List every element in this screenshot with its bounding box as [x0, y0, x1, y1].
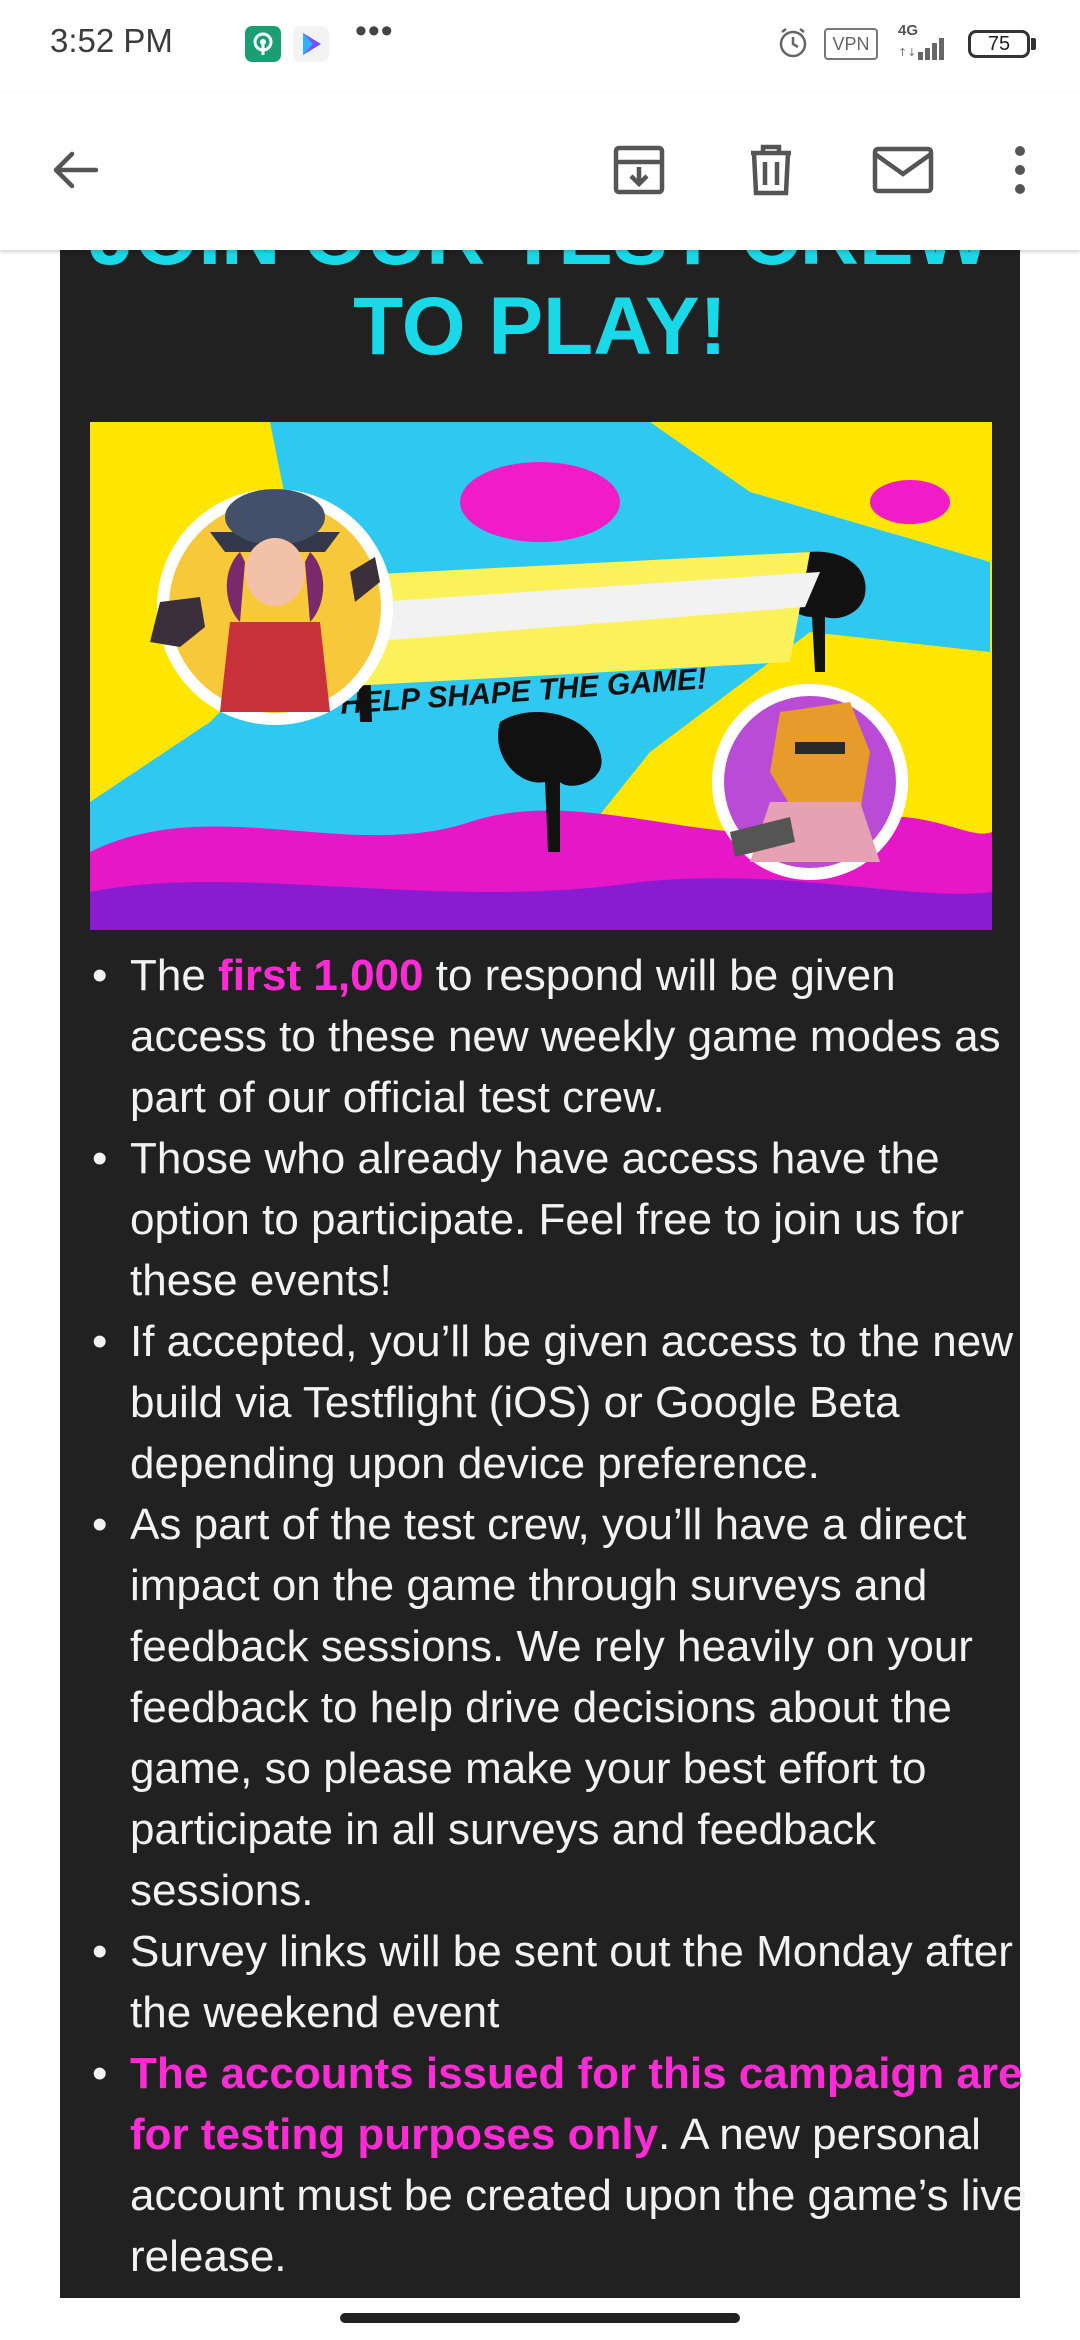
alarm-icon	[776, 26, 810, 65]
archive-icon	[613, 145, 665, 195]
play-store-icon	[293, 26, 329, 62]
archive-button[interactable]	[601, 132, 677, 208]
list-item: The first 1,000 to respond will be given…	[92, 945, 1030, 1128]
list-item: The accounts issued for this campaign ar…	[92, 2043, 1030, 2287]
battery-tip	[1031, 38, 1036, 50]
back-button[interactable]	[38, 132, 114, 208]
arrow-left-icon	[53, 151, 99, 189]
status-time: 3:52 PM	[50, 22, 173, 59]
gesture-nav-area	[0, 2298, 1080, 2340]
more-options-button[interactable]	[982, 132, 1058, 208]
more-notifications-icon: •••	[355, 12, 394, 50]
email-body[interactable]: JOIN OUR TEST CREW TO PLAY! HELP SHAPE T…	[0, 250, 1080, 2298]
trash-icon	[751, 144, 791, 196]
email-card: JOIN OUR TEST CREW TO PLAY! HELP SHAPE T…	[60, 250, 1027, 2298]
heading-line-2: TO PLAY!	[353, 281, 727, 372]
battery-indicator: 75	[968, 30, 1030, 58]
signal-icon: ↑↓	[898, 36, 952, 67]
heading-line-1: JOIN OUR TEST CREW	[60, 250, 1020, 282]
home-indicator[interactable]	[340, 2313, 740, 2323]
list-item: As part of the test crew, you’ll have a …	[92, 1494, 1030, 1921]
bullet-1-highlight: first 1,000	[218, 951, 424, 1000]
mail-icon	[872, 146, 934, 194]
bullet-list: The first 1,000 to respond will be given…	[90, 945, 1030, 2287]
battery-level: 75	[987, 33, 1011, 55]
bullet-1-pre: The	[130, 951, 219, 1000]
list-item: If accepted, you’ll be given access to t…	[92, 1311, 1030, 1494]
more-vert-icon	[1015, 146, 1025, 194]
svg-text:↑↓: ↑↓	[898, 46, 916, 59]
mark-unread-button[interactable]	[865, 132, 941, 208]
vpn-badge: VPN	[824, 28, 878, 60]
podcast-app-icon	[245, 26, 281, 62]
list-item: Those who already have access have the o…	[92, 1128, 1030, 1311]
status-bar: 3:52 PM ••• VPN 4G ↑↓ 75	[0, 0, 1080, 92]
email-toolbar	[0, 92, 1080, 250]
promo-banner-image: HELP SHAPE THE GAME!	[90, 422, 992, 930]
delete-button[interactable]	[733, 132, 809, 208]
email-heading: JOIN OUR TEST CREW TO PLAY!	[60, 250, 1020, 372]
list-item: Survey links will be sent out the Monday…	[92, 1921, 1030, 2043]
